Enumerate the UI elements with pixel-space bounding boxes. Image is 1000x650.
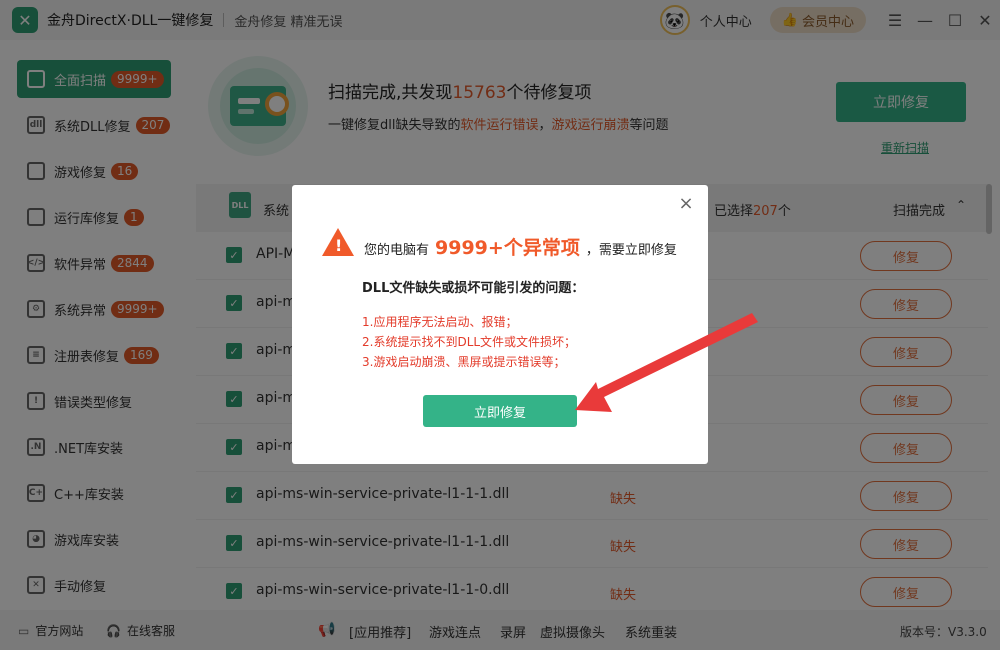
- dialog-subtitle: DLL文件缺失或损坏可能引发的问题：: [362, 281, 585, 296]
- dialog-title: 您的电脑有 9999+个异常项 ，需要立即修复: [364, 237, 677, 259]
- problem-item: 3.游戏启动崩溃、黑屏或提示错误等；: [362, 355, 566, 369]
- problem-item: 2.系统提示找不到DLL文件或文件损坏；: [362, 335, 577, 349]
- problem-list: 1.应用程序无法启动、报错； 2.系统提示找不到DLL文件或文件损坏； 3.游戏…: [362, 312, 576, 372]
- warning-icon: !: [322, 228, 354, 256]
- problem-item: 1.应用程序无法启动、报错；: [362, 315, 518, 329]
- dialog-fix-now-button[interactable]: 立即修复: [423, 395, 577, 427]
- close-icon[interactable]: ×: [676, 193, 696, 214]
- repair-dialog: × ! 您的电脑有 9999+个异常项 ，需要立即修复 DLL文件缺失或损坏可能引发…: [292, 185, 708, 464]
